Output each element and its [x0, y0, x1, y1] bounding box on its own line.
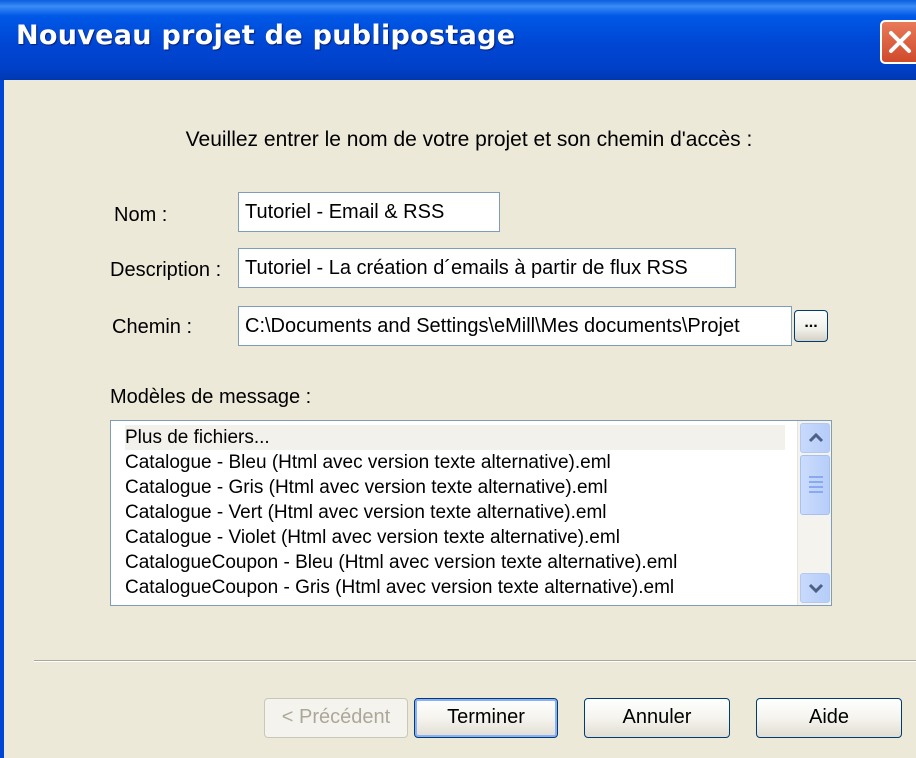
title-bar[interactable]: Nouveau projet de publipostage — [0, 0, 916, 80]
templates-label: Modèles de message : — [110, 386, 312, 408]
list-item[interactable]: Catalogue - Gris (Html avec version text… — [125, 475, 785, 500]
list-item[interactable]: Catalogue - Bleu (Html avec version text… — [125, 450, 785, 475]
browse-button[interactable]: ... — [794, 310, 828, 342]
window-title: Nouveau projet de publipostage — [16, 20, 516, 51]
description-label: Description : — [110, 259, 222, 281]
path-input[interactable]: C:\Documents and Settings\eMill\Mes docu… — [238, 306, 792, 346]
scroll-thumb[interactable] — [800, 455, 830, 515]
finish-button[interactable]: Terminer — [414, 698, 558, 738]
close-button[interactable] — [880, 20, 916, 64]
templates-listbox[interactable]: Plus de fichiers... Catalogue - Bleu (Ht… — [110, 420, 832, 606]
templates-list: Plus de fichiers... Catalogue - Bleu (Ht… — [125, 425, 785, 600]
previous-button[interactable]: < Précédent — [264, 698, 408, 738]
cancel-button[interactable]: Annuler — [584, 698, 730, 738]
window-border — [0, 80, 4, 758]
list-item[interactable]: CatalogueCoupon - Gris (Html avec versio… — [125, 575, 785, 600]
scroll-up-button[interactable] — [800, 423, 830, 453]
separator-line — [34, 660, 916, 662]
list-item[interactable]: Catalogue - Vert (Html avec version text… — [125, 500, 785, 525]
path-label: Chemin : — [112, 316, 193, 338]
name-input[interactable]: Tutoriel - Email & RSS — [238, 192, 500, 232]
list-item[interactable]: Plus de fichiers... — [125, 425, 785, 450]
thumb-grip — [809, 476, 823, 478]
name-label: Nom : — [114, 204, 168, 226]
thumb-grip — [809, 491, 823, 493]
thumb-grip — [809, 486, 823, 488]
help-button[interactable]: Aide — [756, 698, 902, 738]
instruction-text: Veuillez entrer le nom de votre projet e… — [185, 128, 753, 151]
list-scrollbar[interactable] — [797, 421, 831, 605]
scroll-down-button[interactable] — [800, 573, 830, 603]
thumb-grip — [809, 481, 823, 483]
list-item[interactable]: Catalogue - Violet (Html avec version te… — [125, 525, 785, 550]
list-item[interactable]: CatalogueCoupon - Bleu (Html avec versio… — [125, 550, 785, 575]
dialog-window: Nouveau projet de publipostage Veuillez … — [0, 0, 916, 758]
description-input[interactable]: Tutoriel - La création d´emails à partir… — [238, 248, 736, 288]
